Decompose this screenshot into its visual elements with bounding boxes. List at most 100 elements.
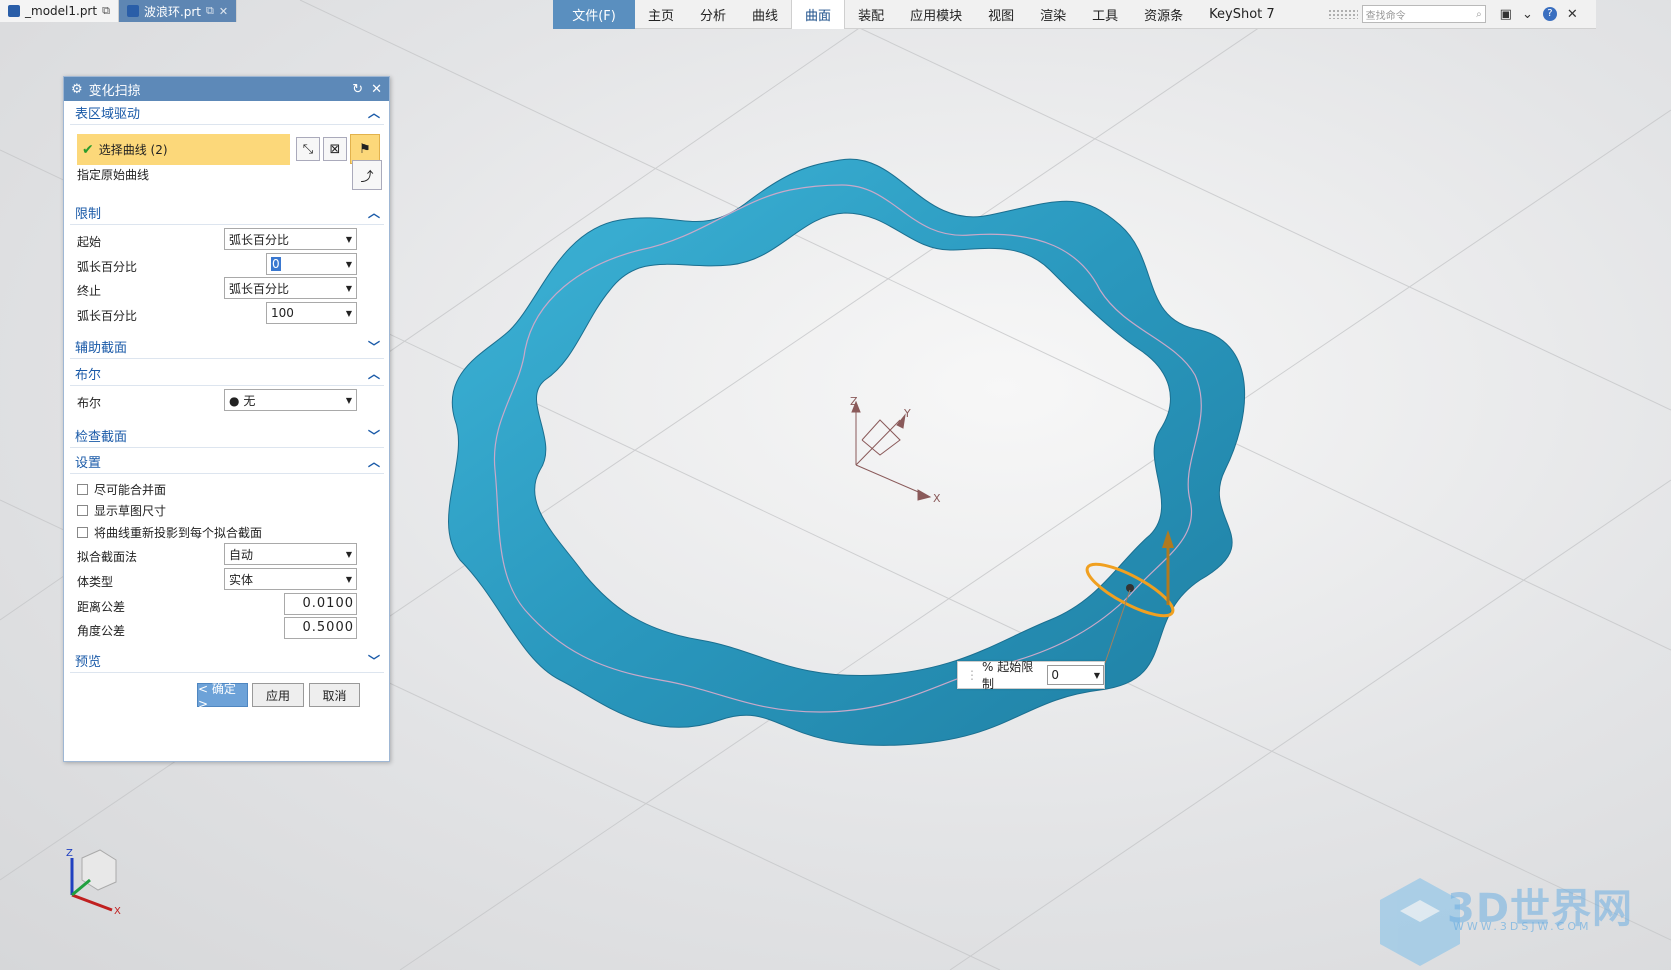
search-placeholder: 查找命令 — [1365, 10, 1406, 22]
boolean-select[interactable]: ● 无 ▼ — [224, 389, 357, 411]
doc-tab-label: 波浪环.prt — [143, 4, 202, 19]
file-menu-button[interactable]: 文件(F) — [553, 0, 635, 29]
reproject-curve-checkbox[interactable]: 将曲线重新投影到每个拟合截面 — [77, 524, 262, 541]
tab-assembly[interactable]: 装配 — [845, 0, 897, 29]
help-icon[interactable]: ? — [1542, 6, 1557, 21]
section-header-drive[interactable]: 表区域驱动 ︿ — [70, 101, 384, 125]
tab-home[interactable]: 主页 — [635, 0, 687, 29]
section-preview: 预览 ﹀ — [70, 649, 384, 673]
wavy-ring-body[interactable] — [448, 158, 1246, 746]
tab-surface[interactable]: 曲面 — [791, 0, 846, 29]
chevron-up-icon[interactable]: ︿ — [368, 453, 380, 470]
close-icon[interactable]: ✕ — [219, 5, 228, 18]
close-icon[interactable]: ✕ — [371, 82, 382, 97]
chevron-up-icon[interactable]: ︿ — [368, 204, 380, 221]
cancel-button[interactable]: 取消 — [309, 683, 360, 707]
boolean-value-text: 无 — [243, 393, 256, 408]
dropdown-arrow-icon[interactable]: ▼ — [1094, 671, 1100, 680]
command-search-input[interactable]: 查找命令 ⌕ — [1361, 5, 1486, 23]
part-file-icon — [8, 5, 20, 17]
toolbar-grip[interactable] — [1327, 9, 1358, 19]
fit-method-select[interactable]: 自动 ▼ — [224, 543, 357, 565]
section-header-preview[interactable]: 预览 ﹀ — [70, 649, 384, 673]
start-mode-select[interactable]: 弧长百分比 ▼ — [224, 228, 357, 250]
dropdown-arrow-icon: ▼ — [345, 283, 352, 293]
view-triad-icon — [70, 849, 117, 912]
tab-render[interactable]: 渲染 — [1027, 0, 1079, 29]
dropdown-arrow-icon: ▼ — [345, 574, 352, 584]
popout-icon[interactable]: ⧉ — [102, 4, 110, 18]
apply-button[interactable]: 应用 — [252, 683, 304, 707]
popout-icon[interactable]: ⧉ — [206, 4, 214, 18]
csys-z-label: Z — [850, 395, 858, 408]
doc-tab-model1[interactable]: _model1.prt ⧉ — [0, 0, 119, 22]
merge-faces-checkbox[interactable]: 尽可能合并面 — [77, 481, 166, 498]
dialog-title: 变化扫掠 — [88, 83, 141, 99]
end-mode-value: 弧长百分比 — [229, 281, 290, 296]
arc-percent-start-input[interactable]: 0 ▼ — [266, 253, 357, 275]
tab-resource-bar[interactable]: 资源条 — [1131, 0, 1196, 29]
end-label: 终止 — [77, 284, 102, 298]
dropdown-arrow-icon: ▼ — [345, 234, 352, 244]
chevron-up-icon[interactable]: ︿ — [368, 365, 380, 382]
check-icon: ✔ — [82, 141, 94, 158]
gear-icon: ⚙ — [71, 81, 83, 97]
boolean-label: 布尔 — [77, 396, 102, 410]
origin-curve-button[interactable]: ⤴ — [352, 160, 382, 190]
checkbox-box[interactable] — [77, 505, 88, 516]
section-label: 设置 — [75, 456, 102, 471]
tab-keyshot[interactable]: KeyShot 7 — [1196, 0, 1288, 29]
section-header-aux[interactable]: 辅助截面 ﹀ — [70, 335, 384, 359]
tab-tools[interactable]: 工具 — [1079, 0, 1131, 29]
chevron-down-icon[interactable]: ⌄ — [1522, 7, 1533, 22]
dropdown-arrow-icon[interactable]: ▼ — [346, 309, 352, 318]
section-header-settings[interactable]: 设置 ︿ — [70, 450, 384, 474]
checkbox-label: 尽可能合并面 — [94, 483, 167, 497]
tab-view[interactable]: 视图 — [975, 0, 1027, 29]
section-label: 辅助截面 — [75, 341, 128, 356]
tab-applications[interactable]: 应用模块 — [897, 0, 975, 29]
doc-tab-wavy-ring[interactable]: 波浪环.prt ⧉ ✕ — [118, 0, 238, 22]
end-mode-select[interactable]: 弧长百分比 ▼ — [224, 277, 357, 299]
curve-filter-icon[interactable]: ⊠ — [323, 137, 347, 161]
section-header-boolean[interactable]: 布尔 ︿ — [70, 362, 384, 386]
section-header-check[interactable]: 检查截面 ﹀ — [70, 424, 384, 448]
start-limit-value: 0 — [1051, 668, 1060, 682]
start-limit-value-input[interactable]: 0 ▼ — [1047, 665, 1104, 685]
origin-curve-label: 指定原始曲线 — [77, 168, 150, 182]
checkbox-box[interactable] — [77, 484, 88, 495]
ok-button[interactable]: < 确定 > — [197, 682, 248, 711]
variational-sweep-dialog: ⚙ 变化扫掠 ↻ ✕ 表区域驱动 ︿ ✔ 选择曲线 (2) ⤡ ⊠ ⚑ 指定原始曲线… — [63, 76, 390, 762]
reverse-direction-icon[interactable]: ⤡ — [296, 137, 320, 161]
search-icon[interactable]: ⌕ — [1476, 9, 1482, 20]
tab-curve[interactable]: 曲线 — [739, 0, 791, 29]
section-settings: 设置 ︿ — [70, 450, 384, 474]
distance-tolerance-input[interactable]: 0.0100 — [284, 593, 357, 615]
ribbon-bar: 文件(F) 主页 分析 曲线 曲面 装配 应用模块 视图 渲染 工具 资源条 K… — [553, 0, 1596, 29]
section-check: 检查截面 ﹀ — [70, 424, 384, 448]
chevron-up-icon[interactable]: ︿ — [368, 104, 380, 121]
dropdown-arrow-icon: ▼ — [345, 549, 352, 559]
tab-analysis[interactable]: 分析 — [687, 0, 739, 29]
chevron-down-icon[interactable]: ﹀ — [368, 427, 380, 444]
csys-y-label: Y — [903, 407, 911, 420]
show-sketch-dims-checkbox[interactable]: 显示草图尺寸 — [77, 502, 166, 519]
section-header-limits[interactable]: 限制 ︿ — [70, 201, 384, 225]
close-icon[interactable]: ✕ — [1567, 7, 1578, 22]
arc-percent-end-label: 弧长百分比 — [77, 309, 138, 323]
arc-percent-end-input[interactable]: 100 ▼ — [266, 302, 357, 324]
select-curve-field[interactable]: ✔ 选择曲线 (2) — [77, 134, 290, 165]
dropdown-arrow-icon[interactable]: ▼ — [346, 260, 352, 269]
checkbox-box[interactable] — [77, 527, 88, 538]
reset-icon[interactable]: ↻ — [352, 82, 363, 97]
chevron-down-icon[interactable]: ﹀ — [368, 338, 380, 355]
angle-tolerance-input[interactable]: 0.5000 — [284, 617, 357, 639]
drag-handle[interactable]: ⋮ — [966, 668, 978, 682]
section-label: 限制 — [75, 207, 102, 222]
document-tabs: _model1.prt ⧉ 波浪环.prt ⧉ ✕ — [0, 0, 238, 22]
distance-tolerance-label: 距离公差 — [77, 600, 126, 614]
window-icon[interactable]: ▣ — [1500, 7, 1512, 22]
csys-x-label: X — [933, 492, 941, 505]
chevron-down-icon[interactable]: ﹀ — [368, 652, 380, 669]
body-type-select[interactable]: 实体 ▼ — [224, 568, 357, 590]
